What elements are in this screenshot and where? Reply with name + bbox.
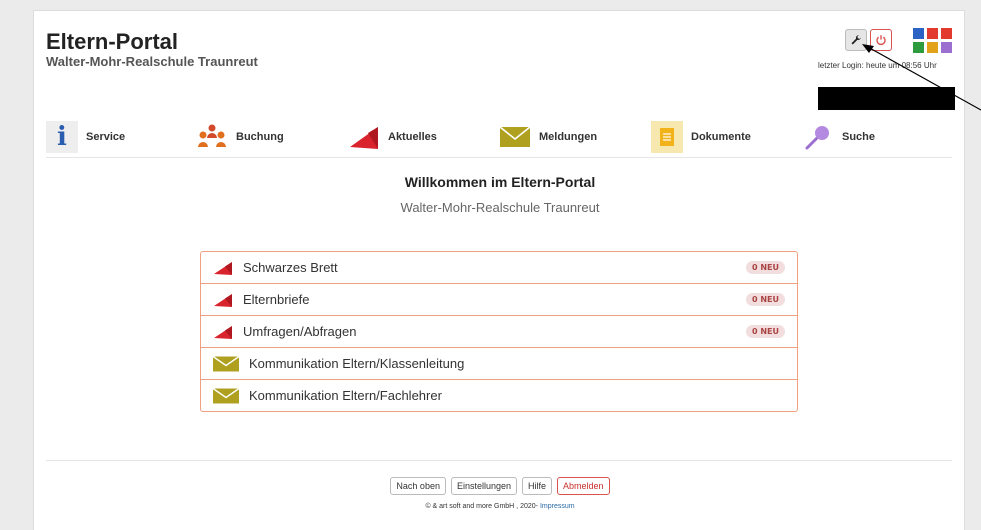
copyright-text: © & art soft and more GmbH , 2020- xyxy=(425,503,538,510)
redacted-block xyxy=(818,87,955,110)
info-icon: i xyxy=(46,121,78,153)
megaphone-icon xyxy=(214,325,232,339)
list-item-elternbriefe[interactable]: Elternbriefe 0 NEU xyxy=(201,284,797,316)
nav-item-buchung[interactable]: Buchung xyxy=(196,121,284,153)
back-to-top-button[interactable]: Nach oben xyxy=(390,477,446,495)
welcome-title: Willkommen im Eltern-Portal xyxy=(404,174,596,190)
tile xyxy=(913,28,924,39)
logout-power-button[interactable] xyxy=(870,29,892,51)
nav-label: Aktuelles xyxy=(388,131,437,143)
main-navigation: i Service Buchung Aktuelles Meldungen Do… xyxy=(46,119,952,158)
envelope-icon xyxy=(499,121,531,153)
tile xyxy=(927,42,938,53)
envelope-icon xyxy=(213,387,239,403)
list-item-kommunikation-klassenleitung[interactable]: Kommunikation Eltern/Klassenleitung xyxy=(201,348,797,380)
settings-footer-button[interactable]: Einstellungen xyxy=(450,477,518,495)
overview-list: Schwarzes Brett 0 NEU Elternbriefe 0 NEU… xyxy=(200,251,798,412)
envelope-icon xyxy=(213,355,239,371)
tile xyxy=(927,28,938,39)
new-count-badge: 0 NEU xyxy=(745,293,785,306)
people-icon xyxy=(196,121,228,153)
nav-item-aktuelles[interactable]: Aktuelles xyxy=(348,121,437,153)
new-count-badge: 0 NEU xyxy=(745,325,785,338)
impressum-link[interactable]: Impressum xyxy=(540,503,575,510)
logout-button[interactable]: Abmelden xyxy=(557,477,610,495)
settings-button[interactable] xyxy=(845,29,867,51)
footer-divider xyxy=(46,460,952,461)
tile xyxy=(941,42,952,53)
tile-grid-icon[interactable] xyxy=(913,28,953,54)
new-count-badge: 0 NEU xyxy=(745,261,785,274)
portal-card: Eltern-Portal Walter-Mohr-Realschule Tra… xyxy=(33,10,965,530)
tile xyxy=(941,28,952,39)
nav-item-dokumente[interactable]: Dokumente xyxy=(651,121,751,153)
list-item-label: Elternbriefe xyxy=(243,292,310,307)
nav-label: Suche xyxy=(842,131,876,143)
document-icon xyxy=(651,121,683,153)
nav-label: Dokumente xyxy=(691,131,751,143)
nav-label: Service xyxy=(86,131,126,143)
list-item-kommunikation-fachlehrer[interactable]: Kommunikation Eltern/Fachlehrer xyxy=(201,380,797,411)
copyright: © & art soft and more GmbH , 2020- Impre… xyxy=(34,503,966,510)
list-item-umfragen[interactable]: Umfragen/Abfragen 0 NEU xyxy=(201,316,797,348)
help-button[interactable]: Hilfe xyxy=(522,477,553,495)
last-login-text: letzter Login: heute um 08:56 Uhr xyxy=(818,61,937,70)
nav-label: Meldungen xyxy=(539,131,598,143)
megaphone-icon xyxy=(214,261,232,275)
nav-item-meldungen[interactable]: Meldungen xyxy=(499,121,597,153)
list-item-label: Schwarzes Brett xyxy=(243,260,338,275)
nav-item-service[interactable]: i Service xyxy=(46,121,125,153)
tile xyxy=(913,42,924,53)
welcome-subtitle: Walter-Mohr-Realschule Traunreut xyxy=(400,200,600,215)
list-item-schwarzes-brett[interactable]: Schwarzes Brett 0 NEU xyxy=(201,252,797,284)
megaphone-icon xyxy=(214,293,232,307)
megaphone-icon xyxy=(348,121,380,153)
wrench-icon xyxy=(851,35,861,45)
app-title: Eltern-Portal xyxy=(46,29,179,54)
nav-label: Buchung xyxy=(236,131,284,143)
power-icon xyxy=(876,35,886,46)
list-item-label: Kommunikation Eltern/Fachlehrer xyxy=(249,388,442,403)
footer-buttons: Nach oben Einstellungen Hilfe Abmelden xyxy=(34,477,966,495)
list-item-label: Umfragen/Abfragen xyxy=(243,324,357,339)
school-name: Walter-Mohr-Realschule Traunreut xyxy=(46,54,258,69)
list-item-label: Kommunikation Eltern/Klassenleitung xyxy=(249,356,465,371)
magnifier-icon xyxy=(802,121,834,153)
nav-item-suche[interactable]: Suche xyxy=(802,121,875,153)
